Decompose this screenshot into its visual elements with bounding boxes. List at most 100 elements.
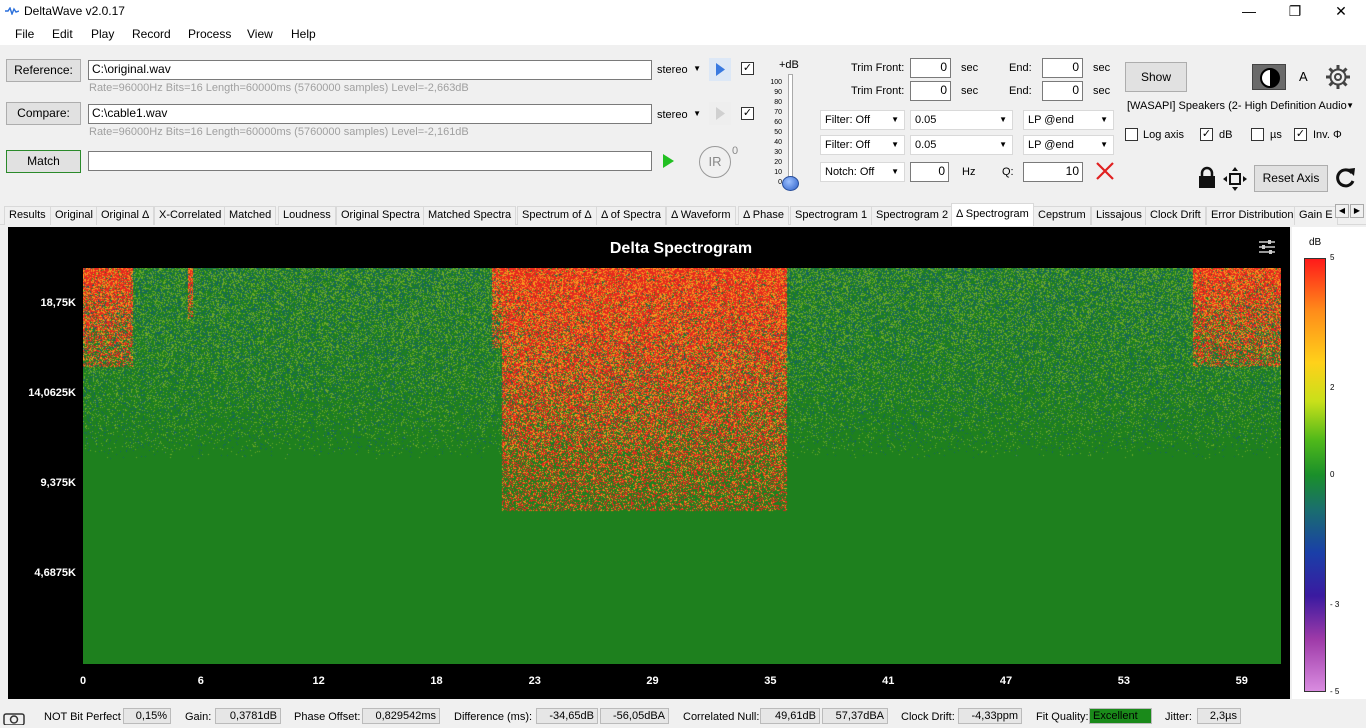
tab-item[interactable]: Original Spectra bbox=[336, 206, 425, 225]
menu-play[interactable]: Play bbox=[91, 27, 114, 41]
invert-phase-label: Inv. Φ bbox=[1313, 129, 1342, 141]
compare-checkbox[interactable]: ✓ bbox=[741, 107, 754, 120]
tab-item[interactable]: Results bbox=[4, 206, 51, 225]
volume-slider-thumb[interactable] bbox=[782, 176, 799, 191]
compare-path-input[interactable]: C:\cable1.wav bbox=[88, 104, 652, 124]
tab-scroll-left-button[interactable]: ◀ bbox=[1335, 204, 1349, 218]
tab-item[interactable]: Matched Spectra bbox=[423, 206, 517, 225]
volume-track[interactable] bbox=[788, 74, 793, 186]
tab-item[interactable]: Loudness bbox=[278, 206, 336, 225]
play-compare-button[interactable] bbox=[709, 102, 731, 125]
match-button[interactable]: Match bbox=[6, 150, 81, 173]
play-reference-button[interactable] bbox=[709, 58, 731, 81]
y-tick-label: 18,75K bbox=[40, 297, 76, 309]
restore-icon[interactable]: ❐ bbox=[1272, 0, 1318, 23]
title-bar: DeltaWave v2.0.17 — ❐ ✕ bbox=[0, 0, 1366, 23]
correlated-null-label: Correlated Null: bbox=[683, 711, 760, 723]
menu-process[interactable]: Process bbox=[188, 27, 231, 41]
tab-item[interactable]: X-Correlated bbox=[154, 206, 227, 225]
trim-front-input[interactable]: 0 bbox=[910, 81, 951, 101]
notch-q-input[interactable]: 10 bbox=[1023, 162, 1083, 182]
x-tick-label: 12 bbox=[312, 675, 325, 687]
invert-phase-checkbox[interactable]: ✓ bbox=[1294, 128, 1307, 141]
menu-help[interactable]: Help bbox=[291, 27, 316, 41]
menu-view[interactable]: View bbox=[247, 27, 273, 41]
tab-item[interactable]: Error Distribution bbox=[1206, 206, 1299, 225]
x-tick-label: 0 bbox=[79, 675, 87, 687]
filter-1-value-select[interactable]: 0.05 ▼ bbox=[910, 110, 1013, 130]
db-checkbox[interactable]: ✓ bbox=[1200, 128, 1213, 141]
trim-end-unit: sec bbox=[1093, 62, 1111, 74]
chevron-down-icon: ▼ bbox=[999, 115, 1007, 124]
output-device-select[interactable]: [WASAPI] Speakers (2- High Definition Au… bbox=[1123, 97, 1356, 117]
tab-scroll-right-button[interactable]: ▶ bbox=[1350, 204, 1364, 218]
reference-button[interactable]: Reference: bbox=[6, 59, 81, 82]
filter-1-mode-value: LP @end bbox=[1028, 114, 1074, 126]
plot-options-button[interactable] bbox=[1258, 239, 1276, 255]
ir-label: IR bbox=[708, 154, 722, 169]
tab-item[interactable]: Matched bbox=[224, 206, 277, 225]
trim-end-input[interactable]: 0 bbox=[1042, 81, 1083, 101]
tab-item[interactable]: Spectrogram 2 bbox=[871, 206, 954, 225]
reset-axis-button[interactable]: Reset Axis bbox=[1254, 165, 1328, 192]
trim-front-input[interactable]: 0 bbox=[910, 58, 951, 78]
phase-offset-value: 0,829542ms bbox=[362, 708, 440, 724]
settings-button[interactable] bbox=[1325, 64, 1351, 90]
volume-label: +dB bbox=[779, 59, 799, 71]
menu-record[interactable]: Record bbox=[132, 27, 171, 41]
filter-1-type-select[interactable]: Filter: Off ▼ bbox=[820, 110, 905, 130]
compare-button[interactable]: Compare: bbox=[6, 102, 81, 125]
tab-item[interactable]: Spectrum of Δ bbox=[517, 206, 597, 225]
lock-axis-button[interactable] bbox=[1196, 166, 1218, 190]
menu-edit[interactable]: Edit bbox=[52, 27, 73, 41]
show-button[interactable]: Show bbox=[1125, 62, 1187, 92]
heatmap-area[interactable] bbox=[83, 268, 1281, 664]
tab-item[interactable]: Original bbox=[50, 206, 98, 225]
notch-frequency-input[interactable]: 0 bbox=[910, 162, 949, 182]
ir-button[interactable]: IR bbox=[699, 146, 731, 178]
font-size-button[interactable]: A bbox=[1299, 69, 1308, 84]
reference-checkbox[interactable]: ✓ bbox=[741, 62, 754, 75]
notch-unit: Hz bbox=[962, 166, 976, 178]
tab-item[interactable]: Spectrogram 1 bbox=[790, 206, 873, 225]
trim-end-input[interactable]: 0 bbox=[1042, 58, 1083, 78]
tab-item[interactable]: Δ of Spectra bbox=[596, 206, 666, 225]
log-axis-checkbox[interactable] bbox=[1125, 128, 1138, 141]
tab-item[interactable]: Original Δ bbox=[96, 206, 155, 225]
y-tick-label: 14,0625K bbox=[28, 387, 76, 399]
refresh-button[interactable] bbox=[1333, 165, 1358, 191]
tab-item[interactable]: Δ Spectrogram bbox=[951, 203, 1034, 226]
filter-2-mode-select[interactable]: LP @end ▼ bbox=[1023, 135, 1114, 155]
run-match-button[interactable] bbox=[659, 150, 679, 172]
filter-2-value-select[interactable]: 0.05 ▼ bbox=[910, 135, 1013, 155]
tab-item[interactable]: Gain E bbox=[1294, 206, 1338, 225]
us-checkbox[interactable] bbox=[1251, 128, 1264, 141]
gear-icon bbox=[1326, 65, 1350, 89]
notch-type-select[interactable]: Notch: Off ▼ bbox=[820, 162, 905, 182]
filter-1-mode-select[interactable]: LP @end ▼ bbox=[1023, 110, 1114, 130]
compare-channel-select[interactable]: stereo ▼ bbox=[657, 109, 705, 121]
fit-quality-label: Fit Quality: bbox=[1036, 711, 1089, 723]
tab-item[interactable]: Δ Phase bbox=[738, 206, 789, 225]
tab-item[interactable]: Δ Waveform bbox=[666, 206, 736, 225]
filter-2-type-select[interactable]: Filter: Off ▼ bbox=[820, 135, 905, 155]
camera-icon[interactable] bbox=[2, 709, 26, 726]
lock-icon bbox=[1199, 166, 1215, 188]
reference-path-input[interactable]: C:\original.wav bbox=[88, 60, 652, 80]
tab-item[interactable]: Clock Drift bbox=[1145, 206, 1206, 225]
volume-tick: 70 bbox=[774, 109, 782, 116]
menu-file[interactable]: File bbox=[15, 27, 34, 41]
reference-info: Rate=96000Hz Bits=16 Length=60000ms (576… bbox=[89, 82, 469, 94]
tab-item[interactable]: Cepstrum bbox=[1033, 206, 1091, 225]
minimize-icon[interactable]: — bbox=[1226, 0, 1272, 23]
close-icon[interactable]: ✕ bbox=[1318, 0, 1364, 23]
volume-tick: 40 bbox=[774, 139, 782, 146]
theme-toggle-button[interactable] bbox=[1252, 64, 1286, 90]
reference-channel-select[interactable]: stereo ▼ bbox=[657, 64, 705, 76]
refresh-icon bbox=[1336, 168, 1355, 188]
filter-1-value: 0.05 bbox=[915, 114, 937, 126]
tab-item[interactable]: Lissajous bbox=[1091, 206, 1147, 225]
pan-button[interactable] bbox=[1222, 166, 1248, 192]
close-icon bbox=[1096, 162, 1114, 180]
clear-notch-button[interactable] bbox=[1095, 161, 1115, 181]
